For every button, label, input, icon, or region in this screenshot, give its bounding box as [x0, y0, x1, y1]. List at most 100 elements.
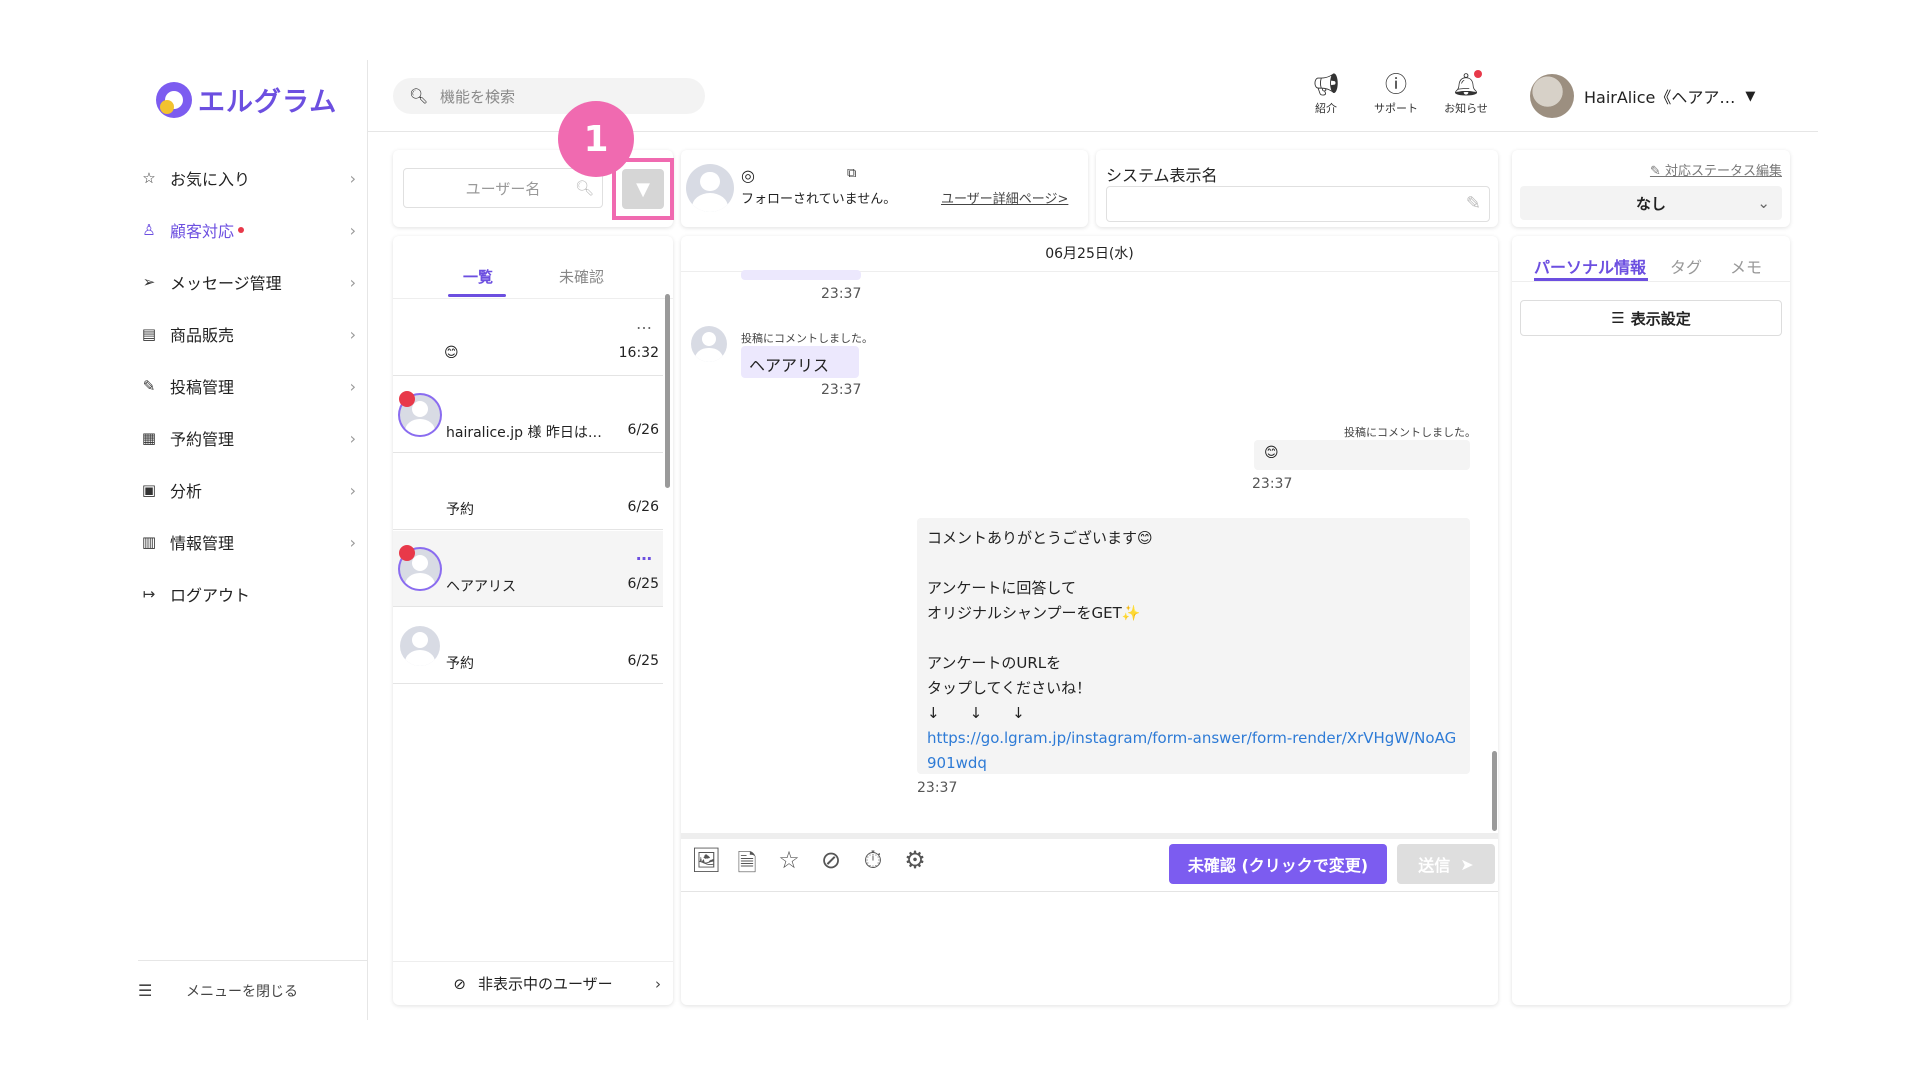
status-edit-link[interactable]: ✎ 対応ステータス編集	[1650, 160, 1782, 179]
sidebar-item-label: 顧客対応	[170, 222, 235, 241]
follow-status: フォローされていません。	[741, 192, 897, 207]
more-icon[interactable]: …	[636, 314, 653, 333]
display-settings-button[interactable]: ☰ 表示設定	[1520, 300, 1782, 336]
chat-scrollbar[interactable]	[1492, 751, 1497, 831]
chat-date: 06月25日(水)	[681, 236, 1498, 272]
message-note: 投稿にコメントしました。	[741, 332, 873, 345]
status-select[interactable]: なし ⌄	[1520, 186, 1782, 220]
chevron-right-icon: ›	[349, 324, 356, 344]
list-item-time: 6/25	[627, 576, 659, 592]
list-item[interactable]: 予約 6/25	[393, 608, 663, 684]
user-name-search-input[interactable]: ユーザー名 🔍︎	[403, 168, 603, 208]
chevron-right-icon: ›	[349, 168, 356, 188]
user-detail-link[interactable]: ユーザー詳細ページ>	[941, 188, 1068, 207]
list-item-text: ヘアアリス	[446, 579, 516, 595]
logo-mark-icon	[156, 81, 192, 118]
list-scrollbar[interactable]	[665, 294, 670, 488]
shop-icon: ▤	[141, 325, 157, 343]
display-settings-label: 表示設定	[1630, 309, 1691, 328]
support-button[interactable]: ⓘ サポート	[1366, 72, 1426, 116]
composer-divider	[681, 833, 1498, 839]
account-name: HairAlice《ヘアア…	[1584, 88, 1736, 107]
tab-unconfirmed[interactable]: 未確認	[559, 266, 604, 287]
list-item[interactable]: … ヘアアリス 6/25	[393, 531, 663, 607]
sidebar-item-reservations[interactable]: ▦ 予約管理 ›	[138, 412, 356, 464]
system-name-label: システム表示名	[1106, 166, 1218, 185]
unread-dot	[399, 545, 415, 561]
sidebar-item-info[interactable]: ▥ 情報管理 ›	[138, 516, 356, 568]
chevron-right-icon: ›	[349, 376, 356, 396]
unread-dot	[399, 391, 415, 407]
search-icon: 🔍︎	[574, 179, 594, 197]
user-profile-panel: ◎ ⧉ フォローされていません。 ユーザー詳細ページ>	[681, 150, 1088, 227]
megaphone-icon: 📢︎	[1312, 73, 1340, 98]
send-label: 送信	[1418, 856, 1451, 875]
list-item-text: 予約	[446, 656, 474, 672]
list-item-time: 6/26	[627, 499, 659, 515]
close-menu-button[interactable]: ☰ メニューを閉じる	[138, 960, 368, 1020]
alert-dot	[238, 227, 245, 233]
external-link-icon[interactable]: ⧉	[847, 166, 856, 181]
eye-off-icon[interactable]: ⊘	[817, 846, 845, 887]
list-item-time: 16:32	[618, 345, 659, 361]
gear-icon[interactable]: ⚙︎	[901, 846, 929, 887]
message-line	[927, 551, 1460, 576]
system-name-field[interactable]: ✎	[1106, 186, 1490, 222]
sidebar-item-label: 情報管理	[170, 534, 235, 553]
report-icon: ▣	[141, 481, 157, 499]
user-list-panel: 一覧 未確認 … 😊 16:32 hairalice.jp 様 昨日は… 6/2…	[393, 236, 673, 1005]
instagram-icon[interactable]: ◎	[741, 166, 755, 185]
status-edit-label: 対応ステータス編集	[1664, 164, 1782, 179]
list-item[interactable]: 予約 6/26	[393, 454, 663, 530]
more-icon[interactable]: …	[636, 545, 653, 564]
list-item[interactable]: … 😊 16:32	[393, 300, 663, 376]
account-menu[interactable]: HairAlice《ヘアア… ▼	[1530, 74, 1755, 118]
sidebar-item-customer[interactable]: ♙ 顧客対応 ›	[138, 204, 356, 256]
tab-all[interactable]: 一覧	[463, 266, 493, 287]
message-time: 23:37	[917, 780, 958, 796]
tab-personal-info[interactable]: パーソナル情報	[1534, 254, 1646, 278]
logo[interactable]: エルグラム	[156, 80, 337, 119]
list-item-text: 😊	[444, 345, 459, 361]
message-bubble: ヘアアリス	[741, 346, 859, 378]
message-input[interactable]	[681, 892, 1498, 1005]
tab-tags[interactable]: タグ	[1670, 254, 1702, 278]
unconfirmed-toggle-button[interactable]: 未確認 (クリックで変更)	[1169, 844, 1387, 884]
sidebar-nav: ☆ お気に入り › ♙ 顧客対応 › ➢ メッセージ管理 › ▤ 商品販売 › …	[138, 152, 356, 620]
menu-collapse-icon: ☰	[138, 981, 153, 1000]
form-link[interactable]: https://go.lgram.jp/instagram/form-answe…	[927, 726, 1460, 776]
message-time: 23:37	[821, 382, 862, 398]
sidebar-item-analysis[interactable]: ▣ 分析 ›	[138, 464, 356, 516]
sidebar-item-messages[interactable]: ➢ メッセージ管理 ›	[138, 256, 356, 308]
notice-label: お知らせ	[1444, 102, 1488, 115]
sidebar-item-posts[interactable]: ✎ 投稿管理 ›	[138, 360, 356, 412]
notification-button[interactable]: 🔔︎ お知らせ	[1436, 70, 1496, 116]
send-button[interactable]: 送信 ➤	[1397, 844, 1495, 884]
star-icon[interactable]: ☆	[775, 846, 803, 887]
calendar-icon: ▦	[141, 429, 157, 447]
support-label: サポート	[1374, 102, 1418, 115]
message-bubble: 😊	[1254, 440, 1470, 470]
hidden-users-button[interactable]: ⊘ 非表示中のユーザー ›	[393, 961, 673, 1005]
chevron-right-icon: ›	[655, 974, 661, 993]
tab-memo[interactable]: メモ	[1730, 254, 1762, 278]
hidden-users-label: 非表示中のユーザー	[477, 975, 613, 993]
message-note: 投稿にコメントしました。	[1344, 426, 1476, 439]
document-icon[interactable]: 🗎	[733, 846, 761, 887]
sidebar-item-sales[interactable]: ▤ 商品販売 ›	[138, 308, 356, 360]
image-icon[interactable]: 🖼︎	[691, 846, 721, 887]
brand-name: エルグラム	[198, 87, 338, 118]
intro-button[interactable]: 📢︎ 紹介	[1296, 72, 1356, 116]
sidebar-item-logout[interactable]: ↦ ログアウト	[138, 568, 356, 620]
sidebar-item-favorites[interactable]: ☆ お気に入り ›	[138, 152, 356, 204]
list-item[interactable]: hairalice.jp 様 昨日は… 6/26	[393, 377, 663, 453]
list-item-text: hairalice.jp 様 昨日は…	[446, 425, 602, 441]
feature-search-input[interactable]: 🔍︎ 機能を検索	[393, 78, 705, 114]
message-line	[927, 626, 1460, 651]
logout-icon: ↦	[142, 585, 156, 603]
search-placeholder: 機能を検索	[440, 87, 516, 106]
filter-button[interactable]: ▼	[622, 169, 664, 209]
timer-icon[interactable]: ⏱︎	[859, 846, 887, 887]
chart-icon: ▥	[141, 533, 157, 551]
edit-icon: ✎	[1465, 193, 1481, 214]
